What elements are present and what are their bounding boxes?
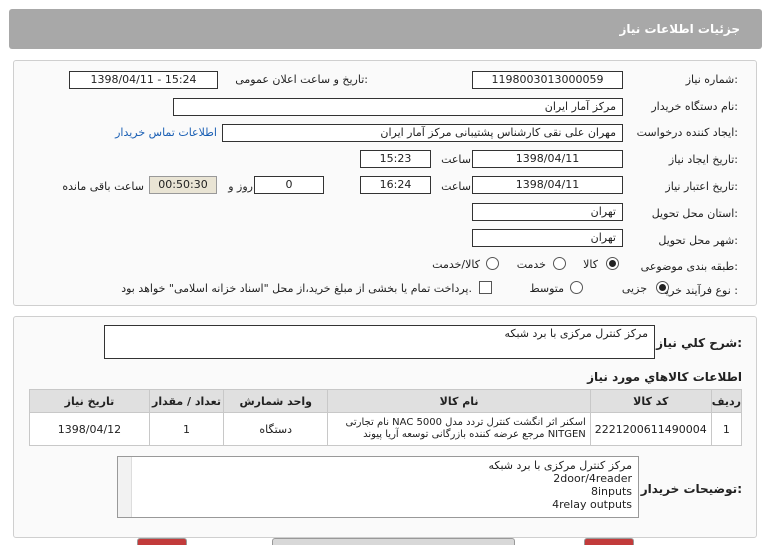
category-option-service: خدمت	[516, 258, 546, 271]
col-need-date: تاریخ نیاز	[29, 389, 150, 413]
category-radio-goods-service[interactable]	[486, 257, 499, 270]
summary-label: شرح كلي نياز:	[656, 336, 742, 350]
row-goods-code: 2221200611490004	[589, 412, 712, 446]
city-field[interactable]: تهران	[472, 229, 623, 247]
validity-date-label: تاریخ اعتبار نیاز:	[665, 180, 738, 193]
footer-button[interactable]	[584, 538, 634, 545]
col-unit: واحد شمارش	[223, 389, 329, 413]
buyer-notes-field[interactable]: مرکز کنترل مرکزی با برد شبکه 2door/4read…	[117, 456, 639, 518]
items-table: ردیف کد کالا نام کالا واحد شمارش تعداد /…	[29, 389, 743, 446]
footer-button[interactable]	[272, 538, 515, 545]
city-label: شهر محل تحویل:	[658, 234, 738, 247]
col-goods-code: کد کالا	[589, 389, 712, 413]
creator-label: ایجاد کننده درخواست:	[636, 126, 738, 139]
col-goods-name: نام کالا	[327, 389, 591, 413]
created-date-label: تاریخ ایجاد نیاز:	[668, 153, 738, 166]
created-date-field[interactable]: 1398/04/11	[472, 150, 623, 168]
process-radio-minor[interactable]	[656, 281, 669, 294]
remaining-time-word: ساعت باقی مانده	[62, 180, 144, 193]
buyer-org-field[interactable]: مرکز آمار ایران	[173, 98, 623, 116]
days-word: روز و	[228, 180, 253, 193]
row-quantity: 1	[148, 412, 225, 446]
buyer-notes-line: مرکز کنترل مرکزی با برد شبکه	[488, 459, 632, 472]
remaining-days-field[interactable]: 0	[254, 176, 324, 194]
buyer-notes-label: توضیحات خریدار:	[640, 482, 742, 496]
process-option-minor: جزیی	[621, 282, 647, 295]
summary-field[interactable]: مرکز کنترل مرکزی با برد شبکه	[104, 325, 655, 359]
page-header: جزئیات اطلاعات نیاز	[9, 9, 762, 49]
creator-field[interactable]: مهران علی نقی کارشناس پشتیبانی مرکز آمار…	[222, 124, 623, 142]
buyer-notes-line: 4relay outputs	[552, 498, 632, 511]
treasury-payment-checkbox[interactable]	[479, 281, 492, 294]
category-radio-goods[interactable]	[606, 257, 619, 270]
category-option-goods: کالا	[583, 258, 598, 271]
process-label: نوع فرآیند خرید :	[660, 284, 738, 297]
col-row-index: ردیف	[710, 389, 743, 413]
row-unit: دستگاه	[223, 412, 329, 446]
treasury-payment-text: پرداخت تمام یا بخشی از مبلغ خرید،از محل …	[121, 282, 472, 295]
validity-time-word: ساعت	[441, 180, 471, 193]
created-time-word: ساعت	[441, 153, 471, 166]
row-index: 1	[710, 412, 743, 446]
province-label: استان محل تحویل:	[651, 207, 738, 220]
announce-datetime-label: تاریخ و ساعت اعلان عمومی:	[235, 73, 368, 86]
footer-button[interactable]	[137, 538, 187, 545]
row-need-date: 1398/04/12	[29, 412, 150, 446]
buyer-notes-line: 2door/4reader	[553, 472, 632, 485]
table-row[interactable]: 1 2221200611490004 اسکنر اثر انگشت کنترل…	[29, 412, 743, 446]
page-title: جزئیات اطلاعات نیاز	[619, 22, 740, 36]
need-number-label: شماره نیاز:	[685, 73, 738, 86]
row-goods-name: اسکنر اثر انگشت کنترل تردد مدل NAC 5000 …	[327, 412, 591, 446]
remaining-time-field: 00:50:30	[149, 176, 217, 194]
notes-scrollbar[interactable]	[118, 457, 132, 517]
category-option-goods-service: کالا/خدمت	[432, 258, 480, 271]
category-label: طبقه بندی موضوعی:	[640, 260, 738, 273]
validity-time-field[interactable]: 16:24	[360, 176, 431, 194]
province-field[interactable]: تهران	[472, 203, 623, 221]
col-quantity: تعداد / مقدار	[148, 389, 225, 413]
category-radio-service[interactable]	[553, 257, 566, 270]
created-time-field[interactable]: 15:23	[360, 150, 431, 168]
validity-date-field[interactable]: 1398/04/11	[472, 176, 623, 194]
items-section-title: اطلاعات كالاهاي مورد نياز	[587, 370, 742, 384]
process-option-medium: متوسط	[529, 282, 564, 295]
buyer-org-label: نام دستگاه خریدار:	[651, 100, 738, 113]
process-radio-medium[interactable]	[570, 281, 583, 294]
buyer-contact-link[interactable]: اطلاعات تماس خریدار	[115, 126, 217, 139]
announce-datetime-field[interactable]: 1398/04/11 - 15:24	[69, 71, 218, 89]
need-number-field[interactable]: 1198003013000059	[472, 71, 623, 89]
items-table-header: ردیف کد کالا نام کالا واحد شمارش تعداد /…	[29, 389, 743, 413]
buyer-notes-line: 8inputs	[590, 485, 632, 498]
